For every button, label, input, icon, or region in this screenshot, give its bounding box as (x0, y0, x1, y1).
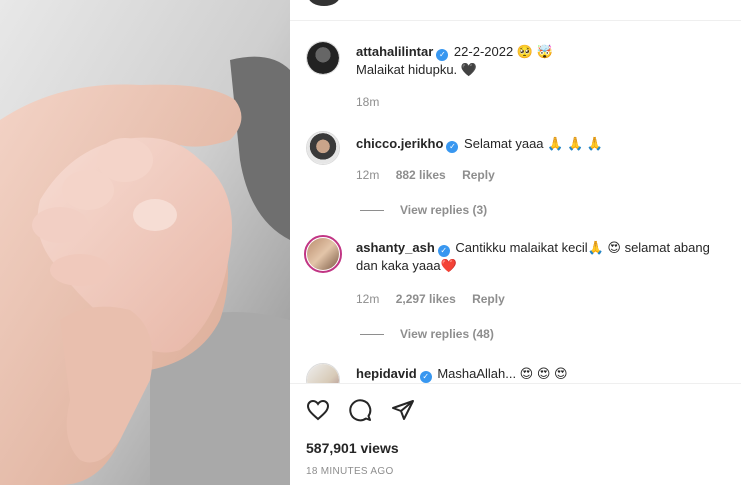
verified-badge-icon: ✓ (419, 371, 432, 383)
header-avatar[interactable] (308, 0, 340, 6)
caption-text: 22-2-2022 🥺 🤯 (453, 44, 553, 59)
comment-body: chicco.jerikho ✓ Selamat yaaa 🙏 🙏 🙏 (356, 135, 727, 153)
avatar[interactable] (306, 363, 340, 383)
verified-badge-icon: ✓ (446, 141, 459, 153)
avatar[interactable] (306, 41, 340, 75)
comment-icon[interactable] (348, 398, 372, 427)
comment-time[interactable]: 12m (356, 292, 379, 306)
view-replies-button[interactable]: View replies (3) (360, 203, 487, 217)
baby-hand-photo (0, 0, 290, 485)
verified-badge-icon: ✓ (437, 245, 450, 257)
views-count[interactable]: 587,901 views (306, 440, 399, 456)
comment-username[interactable]: hepidavid (356, 366, 417, 381)
avatar[interactable] (306, 131, 340, 165)
caption-meta: 18m (356, 95, 392, 109)
comment-username[interactable]: ashanty_ash (356, 240, 435, 255)
avatar-story-ring[interactable] (304, 235, 342, 273)
reply-button[interactable]: Reply (472, 292, 505, 306)
comment-time[interactable]: 12m (356, 168, 379, 182)
comment-likes[interactable]: 2,297 likes (396, 292, 456, 306)
view-replies-label: View replies (48) (400, 327, 494, 341)
share-icon[interactable] (391, 398, 415, 427)
action-bar (306, 398, 429, 424)
view-replies-button[interactable]: View replies (48) (360, 327, 494, 341)
view-replies-label: View replies (3) (400, 203, 488, 217)
verified-badge-icon: ✓ (436, 49, 449, 61)
replies-line (360, 210, 384, 212)
comment-meta: 12m 2,297 likes Reply (356, 292, 518, 306)
reply-button[interactable]: Reply (462, 168, 495, 182)
post-detail-panel: attahalilintar ✓ 22-2-2022 🥺 🤯 Malaikat h… (290, 0, 741, 485)
heart-icon[interactable] (306, 398, 330, 427)
divider (290, 383, 741, 384)
comment-likes[interactable]: 882 likes (396, 168, 446, 182)
comment-body: hepidavid ✓ MashaAllah... 😍 😍 😍 (356, 365, 727, 383)
comment-text: Selamat yaaa 🙏 🙏 🙏 (464, 136, 603, 151)
comment-text: MashaAllah... 😍 😍 😍 (437, 366, 568, 381)
replies-line (360, 334, 384, 336)
caption-username[interactable]: attahalilintar (356, 44, 433, 59)
caption-text-line2: Malaikat hidupku. 🖤 (356, 62, 477, 77)
comment-body: ashanty_ash ✓ Cantikku malaikat kecil🙏 😍 … (356, 239, 727, 275)
comment-username[interactable]: chicco.jerikho (356, 136, 443, 151)
post-timestamp[interactable]: 18 MINUTES AGO (306, 466, 394, 477)
caption-body: attahalilintar ✓ 22-2-2022 🥺 🤯 Malaikat h… (356, 43, 727, 79)
caption-time[interactable]: 18m (356, 95, 379, 109)
post-image (0, 0, 290, 485)
comment-meta: 12m 882 likes Reply (356, 168, 508, 182)
comments-list[interactable]: attahalilintar ✓ 22-2-2022 🥺 🤯 Malaikat h… (290, 21, 741, 383)
